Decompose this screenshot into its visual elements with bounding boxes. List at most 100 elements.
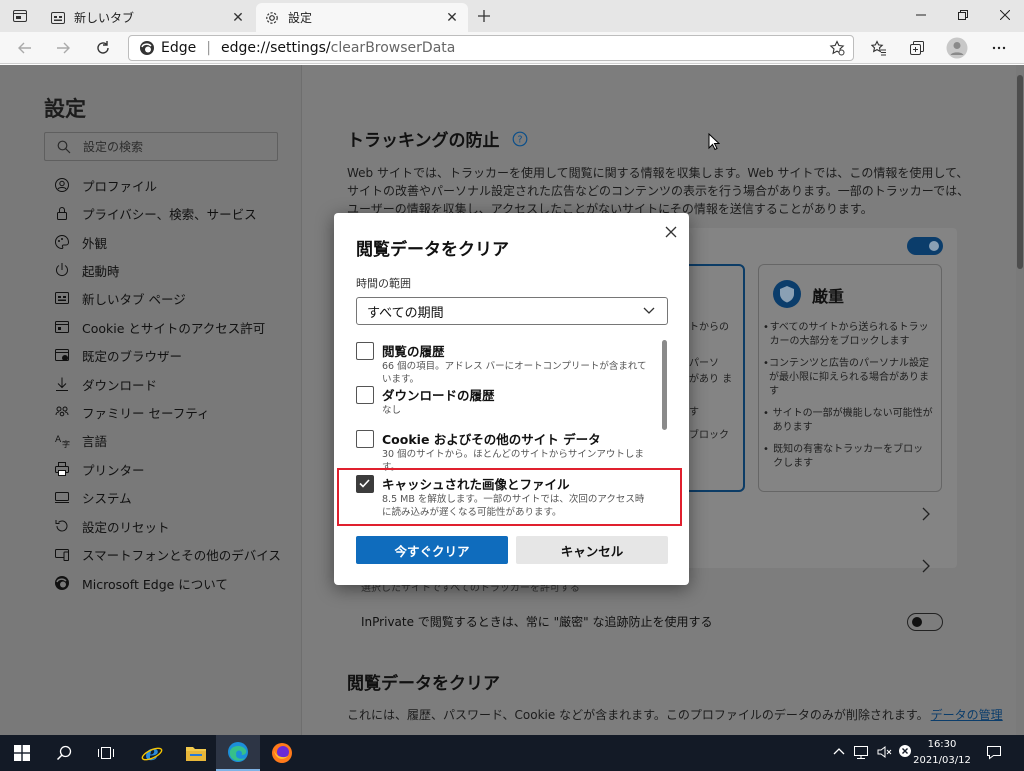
sidebar-item-label: ダウンロード [82,377,158,393]
sidebar-item-edge-logo[interactable]: Microsoft Edge について [54,573,228,593]
address-bar[interactable]: Edge | edge://settings/clearBrowserData [128,35,854,61]
chevron-down-icon [643,307,655,314]
tab-label: 設定 [288,11,313,25]
option-label: ダウンロードの履歴 [382,388,495,403]
option-description: 66 個の項目。アドレス バーにオートコンプリートが含まれています。 [382,361,647,385]
url-path: clearBrowserData [330,40,456,56]
sidebar-item-label: Microsoft Edge について [82,576,228,592]
collections-icon[interactable] [902,36,932,60]
sidebar-item-family[interactable]: ファミリー セーフティ [54,402,209,422]
avatar[interactable] [942,36,972,60]
clear-browsing-data-dialog: 閲覧データをクリア 時間の範囲 すべての期間 閲覧の履歴 66 個の項目。アドレ… [334,213,689,585]
checkbox[interactable] [356,342,374,360]
strict-bullet: サイトの一部が機能しない可能性があります [772,408,933,433]
sidebar-item-download[interactable]: ダウンロード [54,374,157,394]
inprivate-strict-label: InPrivate で閲覧するときは、常に "厳密" な追跡防止を使用する [361,615,713,629]
tracking-description: Web サイトでは、トラッカーを使用して閲覧に関する情報を収集します。Web サ… [347,166,970,216]
sidebar-item-label: 起動時 [82,263,120,279]
sidebar-item-new-tab-page[interactable]: 新しいタブ ページ [54,288,186,308]
chevron-up-icon[interactable] [832,745,846,759]
checkbox[interactable] [356,430,374,448]
edge-taskbar-icon[interactable] [216,735,260,771]
dialog-scrollbar-thumb[interactable] [662,340,667,430]
inprivate-strict-toggle[interactable] [907,613,943,631]
help-icon[interactable]: ? [512,131,528,147]
manage-data-link[interactable]: データの管理 [931,708,1003,722]
sidebar-item-profile[interactable]: プロファイル [54,175,157,195]
tab-label: 新しいタブ [74,11,135,25]
close-window-button[interactable] [982,0,1024,30]
strict-title: 厳重 [812,287,845,306]
phone-icon [54,546,70,562]
sidebar-item-lock[interactable]: プライバシー、検索、サービス [54,203,257,223]
close-icon[interactable] [662,223,680,241]
sidebar-item-language[interactable]: A 字言語 [54,430,107,450]
chevron-right-icon[interactable] [921,559,931,573]
balanced-fragment: パーソ [689,358,719,369]
new-tab-button[interactable] [472,5,496,27]
volume-muted-icon[interactable] [876,744,892,760]
sidebar-item-printer[interactable]: プリンター [54,459,145,479]
cancel-button[interactable]: キャンセル [516,536,668,564]
shield-icon [772,279,802,309]
highlight-box [337,468,682,526]
network-icon[interactable] [853,744,869,760]
option-download-history[interactable]: ダウンロードの履歴 なし [356,385,646,421]
page-title: 設定 [44,97,86,121]
page-scrollbar-thumb[interactable] [1017,75,1023,269]
sidebar-item-site-permissions[interactable]: Cookie とサイトのアクセス許可 [54,317,265,337]
tab-settings[interactable]: 設定 ✕ [256,3,468,32]
internet-explorer-icon[interactable]: e [130,735,174,771]
strict-bullet: 既知の有害なトラッカーをブロックします [773,444,924,469]
sidebar-item-label: プライバシー、検索、サービス [82,206,257,222]
tracking-prevention-toggle[interactable] [907,237,943,255]
sidebar-item-power[interactable]: 起動時 [54,260,120,280]
search-icon [57,140,83,154]
windows-start-icon[interactable] [0,735,44,771]
search-icon[interactable] [42,735,86,771]
svg-text:?: ? [517,134,522,145]
task-view-icon[interactable] [84,735,128,771]
sidebar-item-default-browser[interactable]: 既定のブラウザー [54,345,182,365]
action-center-icon[interactable] [986,744,1002,760]
sidebar-item-phone[interactable]: スマートフォンとその他のデバイス [54,544,281,564]
taskbar-clock[interactable]: 16:30 2021/03/12 [910,736,974,770]
clear-now-button[interactable]: 今すぐクリア [356,536,508,564]
tracking-prevention-title: トラッキングの防止 [347,131,500,151]
checkbox[interactable] [356,386,374,404]
option-cookies[interactable]: Cookie およびその他のサイト データ 30 個のサイトから。ほとんどのサイ… [356,429,646,473]
tab-new-tab[interactable]: 新しいタブ ✕ [42,3,254,32]
file-explorer-icon[interactable] [174,735,218,771]
restore-button[interactable] [940,0,986,30]
time-range-label: 時間の範囲 [356,277,411,290]
add-favorite-star-icon[interactable] [822,36,852,60]
site-permissions-icon [54,319,70,335]
download-icon [54,376,70,392]
refresh-button[interactable] [88,36,118,60]
address-separator: | [206,40,211,56]
close-tab-icon[interactable]: ✕ [444,10,460,26]
edge-logo-icon [139,40,155,56]
sidebar-item-system[interactable]: システム [54,487,132,507]
sidebar-item-reset[interactable]: 設定のリセット [54,516,170,536]
balanced-fragment: す [689,407,699,418]
sidebar-item-appearance[interactable]: 外観 [54,232,107,252]
dialog-title: 閲覧データをクリア [356,240,509,260]
forward-button[interactable] [48,36,78,60]
time-range-select[interactable]: すべての期間 [356,297,668,325]
reset-icon [54,518,70,534]
close-tab-icon[interactable]: ✕ [230,10,246,26]
option-label: 閲覧の履歴 [382,344,445,359]
chevron-right-icon[interactable] [921,507,931,521]
default-browser-icon [54,347,70,363]
back-button[interactable] [10,36,40,60]
minimize-button[interactable] [898,0,944,30]
option-browsing-history[interactable]: 閲覧の履歴 66 個の項目。アドレス バーにオートコンプリートが含まれています。 [356,341,647,385]
tab-actions-menu-icon[interactable] [12,8,28,24]
gear-icon [264,10,280,26]
more-menu-icon[interactable] [984,36,1014,60]
settings-search-input[interactable]: 設定の検索 [44,132,278,161]
profile-icon [54,177,70,193]
firefox-icon[interactable] [260,735,304,771]
favorites-icon[interactable] [864,36,894,60]
